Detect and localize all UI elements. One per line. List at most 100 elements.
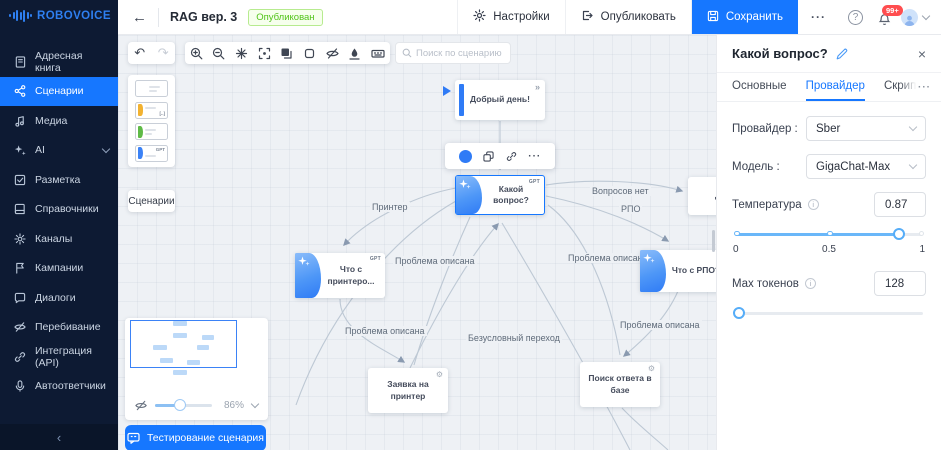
- tabs-more-button[interactable]: ···: [900, 73, 941, 101]
- sidebar-item-label: Кампании: [35, 262, 84, 275]
- sidebar-item-label: Справочники: [35, 203, 99, 216]
- info-icon: i: [804, 278, 816, 289]
- sidebar-item-label: Медиа: [35, 114, 68, 127]
- save-button[interactable]: Сохранить: [690, 0, 798, 34]
- sidebar-item-integration-api[interactable]: Интеграция (API): [0, 342, 118, 372]
- temperature-slider-marks: 0 0.5 1: [733, 244, 925, 255]
- gpt-tag: GPT: [528, 179, 540, 185]
- max-tokens-slider-handle[interactable]: [733, 306, 745, 319]
- address-book-icon: [13, 55, 26, 68]
- edge-label[interactable]: Проблема описана: [343, 326, 427, 336]
- node-label: Заявка на принтер: [387, 379, 429, 401]
- test-scenario-label: Тестирование сценария: [146, 432, 264, 444]
- max-tokens-slider[interactable]: [733, 306, 923, 320]
- edge-label[interactable]: Безусловный переход: [466, 333, 562, 343]
- edge-label[interactable]: Проблема описана: [566, 253, 650, 263]
- chevron-left-icon: ‹: [56, 429, 62, 445]
- duplicate-icon[interactable]: [483, 150, 494, 162]
- node-label: Какой вопрос?: [493, 183, 529, 205]
- node-goodbye-partial[interactable]: Д: [688, 177, 716, 215]
- gpt-wave-decoration: [640, 250, 666, 292]
- start-play-icon: [443, 86, 451, 96]
- canvas-scrollbar[interactable]: [712, 230, 715, 252]
- save-icon: [707, 10, 719, 25]
- gear-icon[interactable]: ⚙: [648, 364, 655, 375]
- gpt-tag: GPT: [369, 256, 381, 262]
- start-bar: [459, 84, 464, 116]
- model-select[interactable]: GigaChat-Max: [806, 154, 926, 179]
- avatar[interactable]: [901, 8, 918, 26]
- publish-button[interactable]: Опубликовать: [564, 0, 691, 34]
- gear-icon[interactable]: ⚙: [436, 370, 443, 381]
- settings-button[interactable]: Настройки: [457, 0, 564, 34]
- node-question-selected[interactable]: GPT Какой вопрос?: [455, 175, 545, 215]
- logo-text: ROBOVOICE: [37, 9, 111, 22]
- edge-label[interactable]: Вопросов нет: [590, 186, 651, 196]
- chevron-down-icon: [908, 122, 918, 132]
- notifications-button[interactable]: 99+: [878, 4, 903, 31]
- sidebar-item-scenarios[interactable]: Сценарии: [0, 76, 118, 106]
- max-tokens-label: Max токенов: [732, 277, 799, 290]
- link-icon[interactable]: [506, 151, 517, 162]
- edge-label[interactable]: Принтер: [370, 202, 410, 212]
- sidebar-item-directories[interactable]: Справочники: [0, 195, 118, 225]
- sidebar-item-label: Разметка: [35, 173, 81, 186]
- node-rpo-question[interactable]: Что с РПО?: [640, 250, 716, 292]
- sidebar-item-media[interactable]: Медиа: [0, 106, 118, 136]
- sidebar-item-address-book[interactable]: Адресная книга: [0, 47, 118, 77]
- node-settings-panel: Какой вопрос? × Основные Провайдер Скрип…: [716, 35, 941, 450]
- mark-05: 0.5: [822, 244, 836, 255]
- node-more-button[interactable]: ···: [528, 151, 541, 162]
- link-icon: [13, 350, 26, 363]
- collapse-badge[interactable]: »: [535, 81, 540, 93]
- sidebar-item-markup[interactable]: Разметка: [0, 165, 118, 195]
- temperature-slider-handle[interactable]: [892, 227, 905, 240]
- sidebar-item-autoresponders[interactable]: Автоответчики: [0, 372, 118, 402]
- node-label: Поиск ответа в базе: [588, 373, 652, 395]
- music-note-icon: [13, 114, 26, 127]
- provider-select[interactable]: Sber: [806, 116, 926, 141]
- header: ← RAG вер. 3 Опубликован Настройки Опубл…: [118, 0, 941, 35]
- sidebar-item-label: AI: [35, 144, 45, 157]
- sidebar-item-interruption[interactable]: Перебивание: [0, 313, 118, 343]
- node-context-toolbar: ···: [445, 143, 555, 169]
- node-printer-question[interactable]: GPT Что с принтеро...: [295, 253, 385, 298]
- max-tokens-input[interactable]: [874, 271, 926, 296]
- node-greeting[interactable]: » Добрый день!: [443, 80, 545, 120]
- node-base-search[interactable]: ⚙ Поиск ответа в базе: [580, 362, 660, 407]
- node-printer-request[interactable]: ⚙ Заявка на принтер: [368, 368, 448, 413]
- sidebar-item-channels[interactable]: Каналы: [0, 224, 118, 254]
- help-icon[interactable]: ?: [848, 9, 863, 25]
- sparkle-icon: [13, 144, 26, 157]
- published-badge: Опубликован: [248, 8, 323, 26]
- gpt-wave-decoration: [456, 176, 482, 214]
- model-value: GigaChat-Max: [816, 160, 891, 173]
- edge-label[interactable]: РПО: [619, 204, 643, 214]
- sidebar-item-campaigns[interactable]: Кампании: [0, 254, 118, 284]
- flow-canvas[interactable]: Принтер Вопросов нет РПО Проблема описан…: [118, 35, 716, 450]
- edge-label[interactable]: Проблема описана: [393, 256, 477, 266]
- panel-title: Какой вопрос?: [732, 46, 828, 61]
- temperature-slider[interactable]: [734, 227, 924, 241]
- sidebar-item-label: Автоответчики: [35, 380, 106, 393]
- header-more-button[interactable]: ···: [798, 10, 839, 24]
- edge-label[interactable]: Проблема описана: [618, 320, 702, 330]
- publish-label: Опубликовать: [600, 11, 676, 23]
- gpt-wave-decoration: [295, 253, 321, 298]
- edit-title-icon[interactable]: [836, 48, 848, 60]
- temperature-input[interactable]: [874, 192, 926, 217]
- chevron-down-icon[interactable]: [921, 11, 931, 21]
- interrupt-icon: [13, 321, 26, 334]
- sidebar-item-ai[interactable]: AI: [0, 136, 118, 166]
- sidebar-item-label: Каналы: [35, 232, 73, 245]
- chevron-down-icon: [908, 160, 918, 170]
- tab-basics[interactable]: Основные: [732, 73, 787, 101]
- node-color-button[interactable]: [458, 149, 472, 163]
- close-panel-icon[interactable]: ×: [918, 47, 926, 61]
- sidebar-item-dialogs[interactable]: Диалоги: [0, 283, 118, 313]
- mark-1: 1: [919, 244, 925, 255]
- back-arrow-icon[interactable]: ←: [132, 10, 147, 25]
- sidebar-collapse-button[interactable]: ‹: [0, 424, 118, 450]
- test-scenario-button[interactable]: Тестирование сценария: [125, 425, 266, 450]
- tab-provider[interactable]: Провайдер: [805, 73, 865, 101]
